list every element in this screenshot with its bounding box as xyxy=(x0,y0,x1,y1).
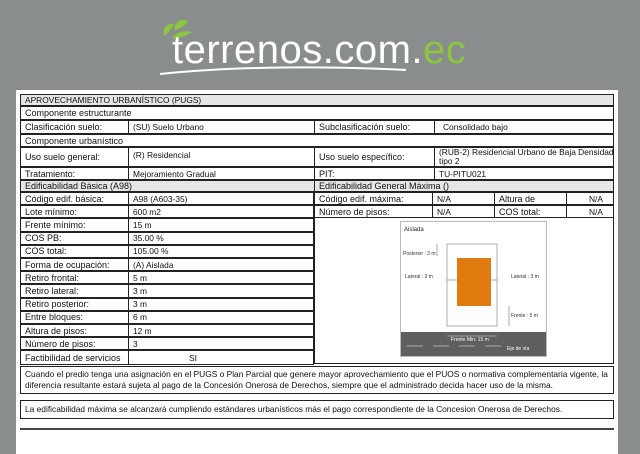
clasificacion-value: (SU) Suelo Urbano xyxy=(129,121,315,133)
num-pisos-label: Número de pisos: xyxy=(315,206,433,217)
cos-total-label: COS total: xyxy=(495,206,567,217)
uso-suelo-row: Uso suelo general: (R) Residencial Uso s… xyxy=(20,147,614,167)
pit-value: TU-PITU021 xyxy=(439,168,487,179)
edif-basica-row: Lote mínimo: 600 m2 xyxy=(20,205,314,219)
row-label: Código edif. básica: xyxy=(21,193,129,205)
title-row: APROVECHAMIENTO URBANÍSTICO (PUGS) xyxy=(20,94,614,106)
componente-urbanistico: Componente urbanístico xyxy=(25,135,124,146)
row-label: Retiro frontal: xyxy=(21,272,129,284)
row-value: 5 m xyxy=(133,272,147,283)
edif-basica-row: Entre bloques: 6 m xyxy=(20,310,314,324)
row-label: Factibilidad de servicios xyxy=(21,351,129,365)
edif-basica-row: Código edif. básica: A98 (A603-35) xyxy=(20,192,314,206)
logo-swoosh xyxy=(159,66,407,75)
row-label: Lote mínimo: xyxy=(21,206,129,218)
codigo-max-label: Código edif. máxima: xyxy=(315,193,433,204)
uso-especifico-value: (RUB-2) Residencial Urbano de Baja Densi… xyxy=(439,148,614,166)
edificabilidad-header-row: Edificabilidad Básica (A98) Edificabilid… xyxy=(20,180,614,192)
tratamiento-label: Tratamiento: xyxy=(21,168,129,179)
uso-general-label: Uso suelo general: xyxy=(21,148,129,166)
row-value: A98 (A603-35) xyxy=(133,193,188,204)
edif-basica-row: Altura de pisos: 12 m xyxy=(20,324,314,338)
tratamiento-row: Tratamiento: Mejoramiento Gradual PIT: T… xyxy=(20,167,614,180)
cos-total-value: N/A xyxy=(589,206,603,217)
setback-diagram: Aislada Posterior : 3 m Lateral : 3 m La… xyxy=(400,221,547,357)
lateral-right-label: Lateral : 3 m xyxy=(511,274,539,280)
row-value: 105.00 % xyxy=(133,246,169,257)
edificabilidad-note: La edificabilidad máxima se alcanzará cu… xyxy=(20,400,614,419)
setback-drawing: Aislada Posterior : 3 m Lateral : 3 m La… xyxy=(401,227,546,356)
road xyxy=(401,332,546,356)
edif-basica-row: Forma de ocupación: (A) Aislada xyxy=(20,258,314,272)
clasificacion-row: Clasificación suelo: (SU) Suelo Urbano S… xyxy=(20,120,614,134)
row-label: COS total: xyxy=(21,245,129,257)
section-header: Componente urbanístico xyxy=(20,134,614,147)
row-value: 12 m xyxy=(133,325,152,336)
row-value: 3 m xyxy=(133,299,147,310)
altura-label: Altura de xyxy=(495,193,567,204)
row-value: 3 xyxy=(133,338,138,349)
num-pisos-row: Número de pisos: N/A COS total: N/A xyxy=(314,205,614,218)
edif-basica-row: COS total: 105.00 % xyxy=(20,244,314,258)
pit-label: PIT: xyxy=(315,168,435,179)
edif-basica-row: COS PB: 35.00 % xyxy=(20,231,314,245)
row-label: Forma de ocupación: xyxy=(21,259,129,271)
subclasificacion-value: Consolidado bajo xyxy=(443,122,508,132)
row-value: (A) Aislada xyxy=(133,259,174,270)
codigo-max-row: Código edif. máxima: N/A Altura de N/A xyxy=(314,192,614,205)
row-value: 600 m2 xyxy=(133,206,161,217)
eje-via-label: Eje de vía xyxy=(507,346,529,352)
clasificacion-label: Clasificación suelo: xyxy=(21,121,129,133)
site-logo: terrenos.com.ec xyxy=(0,0,640,90)
row-label: Retiro posterior: xyxy=(21,298,129,310)
edif-general-header: Edificabilidad General Máxima () xyxy=(319,181,450,191)
num-pisos-value: N/A xyxy=(433,206,495,217)
row-value: 15 m xyxy=(133,219,152,230)
row-label: Altura de pisos: xyxy=(21,325,129,337)
tratamiento-value: Mejoramiento Gradual xyxy=(129,168,315,179)
concesion-note: Cuando el predio tenga una asignación en… xyxy=(20,366,614,394)
edif-basica-row: Frente mínimo: 15 m xyxy=(20,218,314,232)
edif-basica-row: Retiro frontal: 5 m xyxy=(20,271,314,285)
codigo-max-value: N/A xyxy=(433,193,495,204)
building-footprint xyxy=(457,258,491,306)
cut-off-section xyxy=(20,428,614,430)
uso-general-value: (R) Residencial xyxy=(129,148,315,166)
altura-value: N/A xyxy=(589,193,603,204)
row-label: Retiro lateral: xyxy=(21,285,129,297)
diagram-title: Aislada xyxy=(404,227,424,233)
row-label: COS PB: xyxy=(21,232,129,244)
uso-especifico-label: Uso suelo específico: xyxy=(315,148,435,166)
componente-estructurante: Componente estructurante xyxy=(25,108,132,118)
frente-min-label: Frente Min: 15 m xyxy=(451,337,489,343)
row-value: 3 m xyxy=(133,285,147,296)
edif-basica-header: Edificabilidad Básica (A98) xyxy=(21,181,315,191)
row-label: Entre bloques: xyxy=(21,311,129,323)
posterior-label: Posterior : 3 m xyxy=(403,251,436,257)
row-label: Número de pisos: xyxy=(21,338,129,350)
report-title: APROVECHAMIENTO URBANÍSTICO (PUGS) xyxy=(25,95,202,105)
section-header: Componente estructurante xyxy=(20,106,614,120)
subclasificacion-label: Subclasificación suelo: xyxy=(315,121,435,133)
row-label: Frente mínimo: xyxy=(21,219,129,231)
zoning-report: APROVECHAMIENTO URBANÍSTICO (PUGS) Compo… xyxy=(16,90,618,454)
lateral-left-label: Lateral : 3 m xyxy=(405,274,433,280)
frente-label: Frente : 5 m xyxy=(511,313,538,319)
edif-basica-row: Retiro posterior: 3 m xyxy=(20,297,314,311)
row-value: 6 m xyxy=(133,312,147,323)
edif-basica-row: Retiro lateral: 3 m xyxy=(20,284,314,298)
row-value: SI xyxy=(189,352,197,363)
edif-basica-row: Número de pisos: 3 xyxy=(20,337,314,351)
edif-basica-row: Factibilidad de servicios SI xyxy=(20,350,314,366)
row-value: 35.00 % xyxy=(133,233,164,244)
